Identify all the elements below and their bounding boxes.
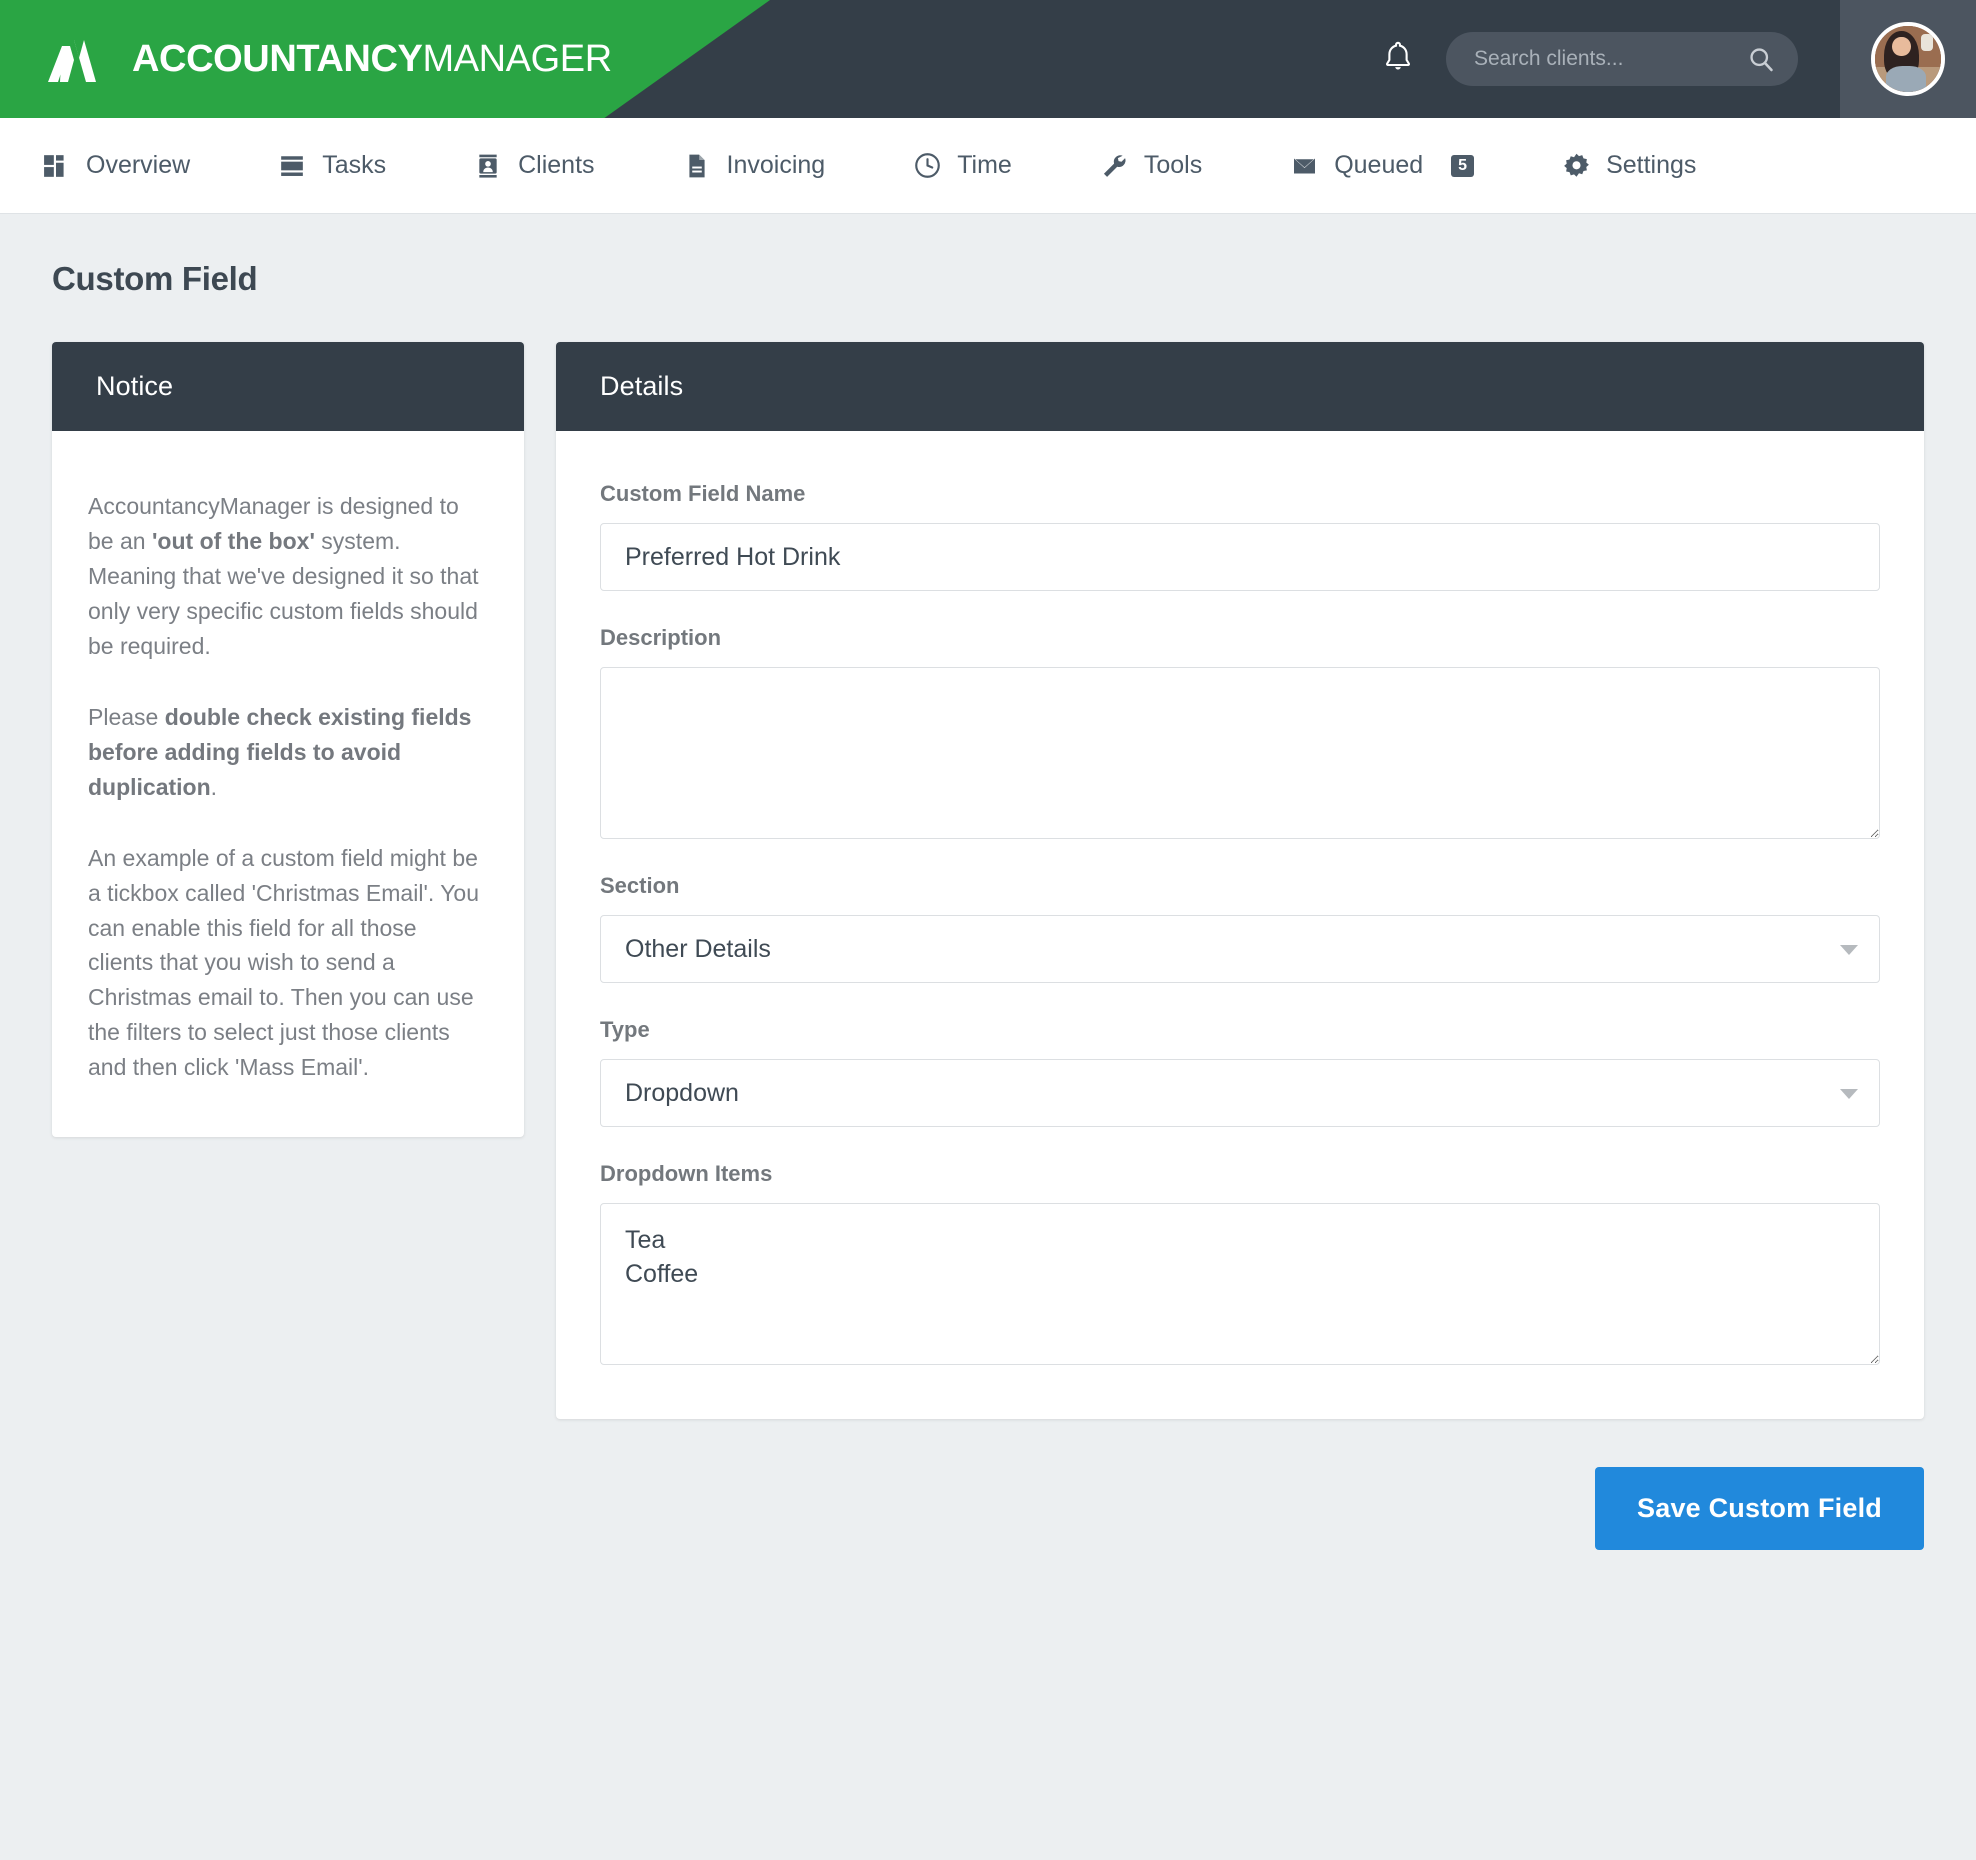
description-label: Description	[600, 625, 1880, 651]
brand-logo-area[interactable]: ACCOUNTANCYMANAGER	[0, 0, 612, 118]
details-panel: Details Custom Field Name Description Se…	[556, 342, 1924, 1419]
user-avatar-button[interactable]	[1840, 0, 1976, 118]
custom-field-name-input[interactable]	[600, 523, 1880, 591]
wrench-icon	[1100, 151, 1128, 181]
nav-item-clients[interactable]: Clients	[474, 151, 594, 181]
search-icon[interactable]	[1746, 44, 1776, 74]
save-custom-field-button[interactable]: Save Custom Field	[1595, 1467, 1924, 1550]
queued-count-badge: 5	[1451, 155, 1474, 177]
details-panel-header: Details	[556, 342, 1924, 431]
field-type: Type Dropdown	[600, 1017, 1880, 1127]
description-textarea[interactable]	[600, 667, 1880, 839]
notice-text-run: Please	[88, 704, 165, 730]
nav-label-settings: Settings	[1606, 151, 1696, 180]
section-label: Section	[600, 873, 1880, 899]
custom-field-name-label: Custom Field Name	[600, 481, 1880, 507]
field-dropdown-items: Dropdown Items	[600, 1161, 1880, 1365]
field-custom-field-name: Custom Field Name	[600, 481, 1880, 591]
nav-label-clients: Clients	[518, 151, 594, 180]
clients-contact-card-icon	[474, 151, 502, 181]
nav-item-tasks[interactable]: Tasks	[278, 151, 386, 181]
search-input[interactable]	[1474, 47, 1746, 71]
brand-name-light: MANAGER	[422, 38, 611, 80]
brand-name-bold: ACCOUNTANCY	[132, 38, 422, 80]
avatar	[1871, 22, 1945, 96]
nav-item-invoicing[interactable]: Invoicing	[683, 151, 826, 181]
details-panel-body: Custom Field Name Description Section Ot…	[556, 431, 1924, 1419]
notice-paragraph: Please double check existing fields befo…	[88, 700, 488, 805]
tasks-list-icon	[278, 151, 306, 181]
nav-label-invoicing: Invoicing	[727, 151, 826, 180]
notice-text-run: .	[211, 774, 217, 800]
type-label: Type	[600, 1017, 1880, 1043]
brand-wordmark: ACCOUNTANCYMANAGER	[132, 38, 612, 81]
field-section: Section Other Details	[600, 873, 1880, 983]
nav-label-overview: Overview	[86, 151, 190, 180]
notice-panel-body: AccountancyManager is designed to be an …	[52, 431, 524, 1137]
nav-item-settings[interactable]: Settings	[1562, 151, 1696, 181]
nav-label-time: Time	[957, 151, 1012, 180]
main-navigation: Overview Tasks Clients	[0, 118, 1976, 214]
nav-item-queued[interactable]: Queued 5	[1290, 151, 1474, 181]
invoice-document-icon	[683, 151, 711, 181]
notice-panel-header: Notice	[52, 342, 524, 431]
accountancy-manager-logo-icon	[48, 36, 110, 82]
nav-item-time[interactable]: Time	[913, 151, 1012, 181]
top-header-bar: ACCOUNTANCYMANAGER	[0, 0, 1976, 118]
nav-label-tasks: Tasks	[322, 151, 386, 180]
envelope-icon	[1290, 151, 1318, 181]
nav-item-tools[interactable]: Tools	[1100, 151, 1202, 181]
section-select-wrapper: Other Details	[600, 915, 1880, 983]
nav-item-overview[interactable]: Overview	[42, 151, 190, 181]
nav-label-queued: Queued	[1334, 151, 1423, 180]
clock-icon	[913, 151, 941, 181]
nav-label-tools: Tools	[1144, 151, 1202, 180]
dashboard-grid-icon	[42, 151, 70, 181]
page-title: Custom Field	[52, 260, 1924, 298]
form-footer: Save Custom Field	[0, 1419, 1976, 1606]
dropdown-items-textarea[interactable]	[600, 1203, 1880, 1365]
notice-panel: Notice AccountancyManager is designed to…	[52, 342, 524, 1137]
notification-bell-button[interactable]	[1368, 29, 1428, 89]
section-select[interactable]: Other Details	[600, 915, 1880, 983]
type-select[interactable]: Dropdown	[600, 1059, 1880, 1127]
dropdown-items-label: Dropdown Items	[600, 1161, 1880, 1187]
type-select-wrapper: Dropdown	[600, 1059, 1880, 1127]
gear-icon	[1562, 151, 1590, 181]
content-columns: Notice AccountancyManager is designed to…	[52, 342, 1924, 1419]
field-description: Description	[600, 625, 1880, 839]
header-right-controls	[1368, 0, 1976, 118]
page-content: Custom Field Notice AccountancyManager i…	[0, 214, 1976, 1419]
notice-paragraph: An example of a custom field might be a …	[88, 841, 488, 1086]
notification-bell-icon	[1383, 41, 1413, 78]
notice-paragraph: AccountancyManager is designed to be an …	[88, 489, 488, 664]
notice-text-run: An example of a custom field might be a …	[88, 845, 479, 1081]
client-search-box[interactable]	[1446, 32, 1798, 86]
notice-text-run-bold: 'out of the box'	[152, 528, 315, 554]
